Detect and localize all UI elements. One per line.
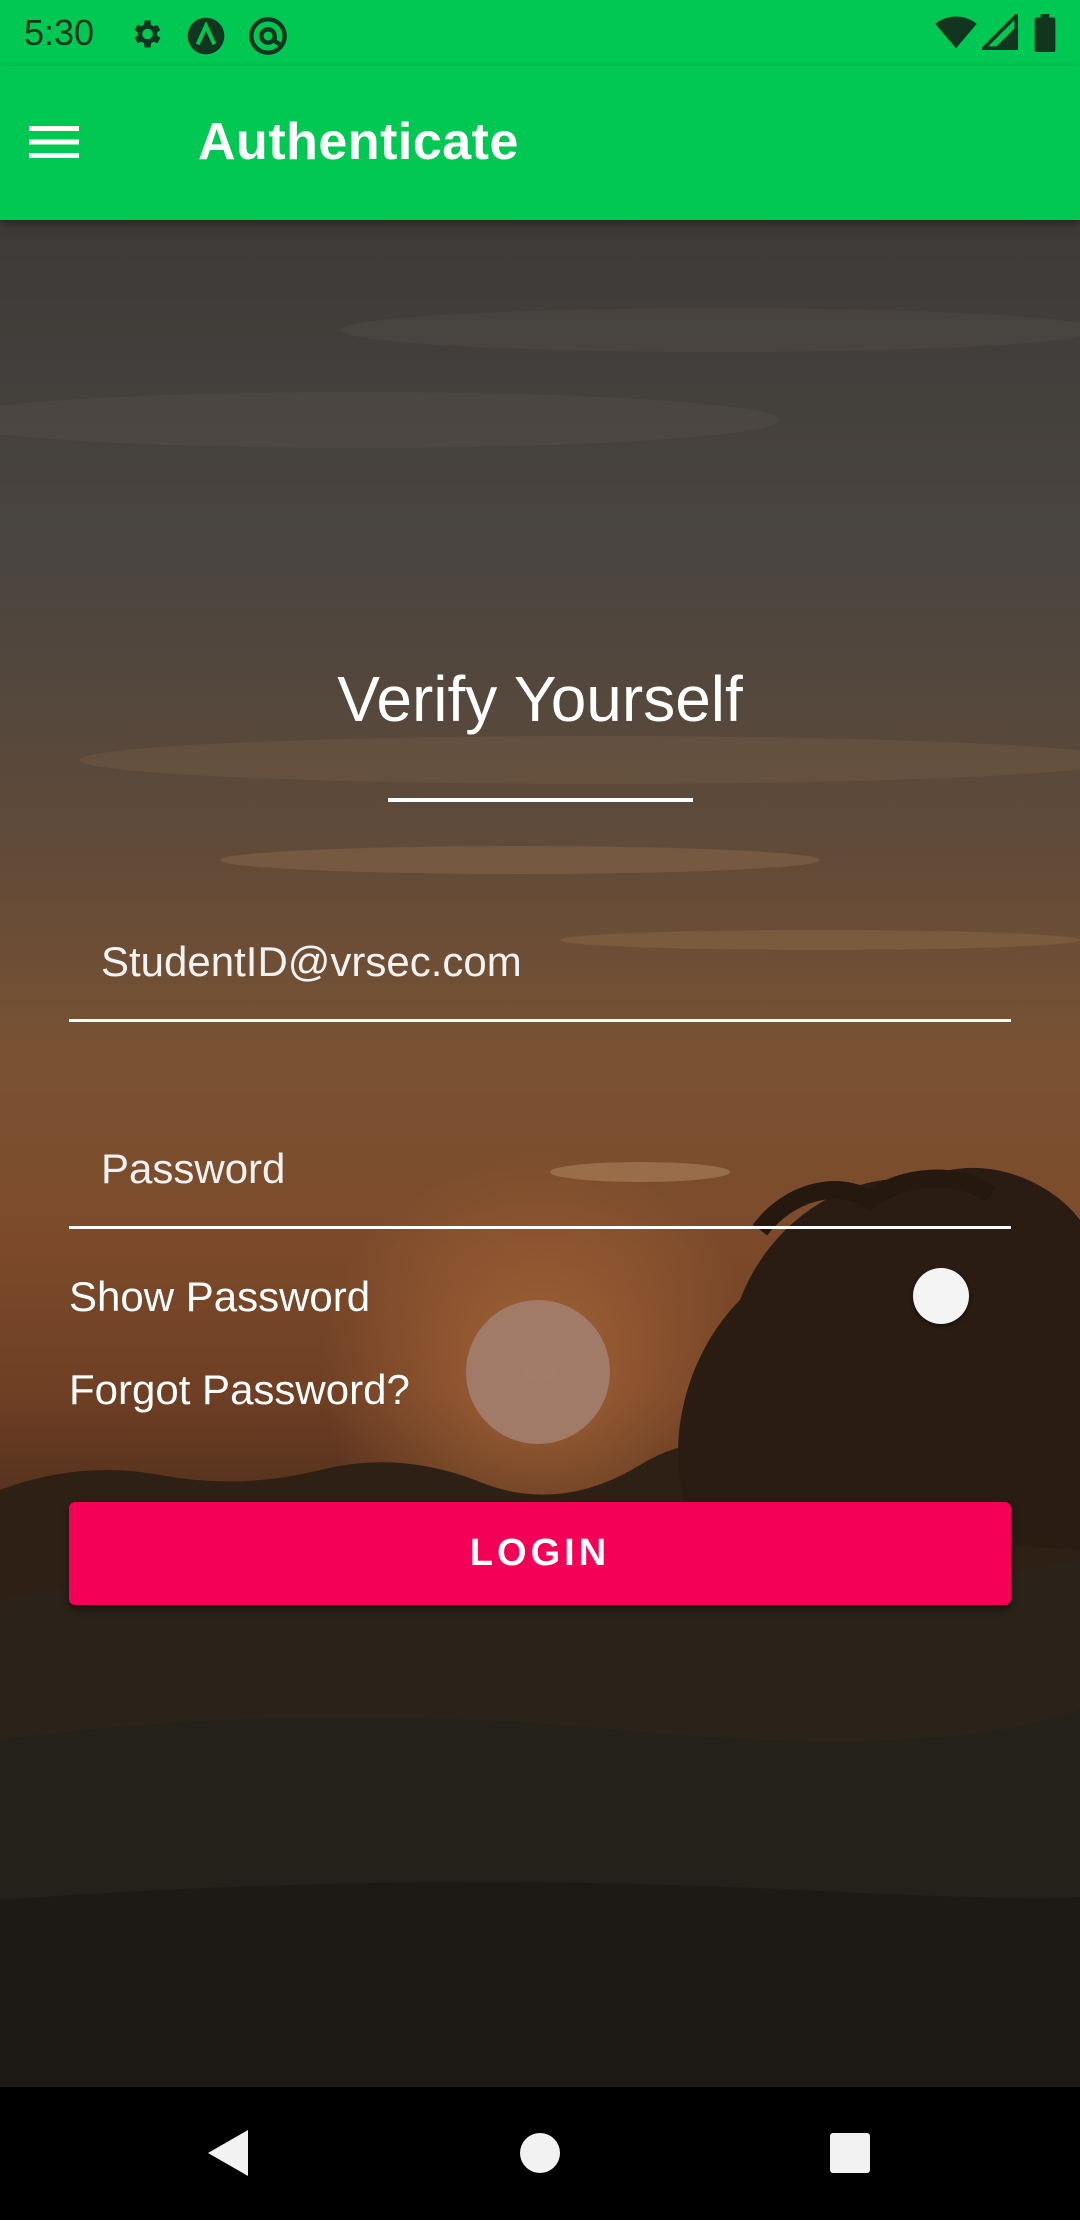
- email-field: [69, 902, 1011, 1022]
- status-time: 5:30: [24, 12, 95, 53]
- show-password-row: Show Password: [69, 1262, 1011, 1332]
- status-bar: 5:30: [0, 0, 1080, 66]
- email-input[interactable]: [101, 932, 981, 992]
- recents-icon[interactable]: [818, 2121, 882, 2185]
- navigation-bar: [0, 2087, 1080, 2220]
- at-circle-icon: [248, 16, 287, 55]
- battery-icon: [1034, 14, 1056, 57]
- show-password-toggle[interactable]: [889, 1268, 969, 1324]
- home-icon[interactable]: [508, 2121, 572, 2185]
- password-input[interactable]: [101, 1139, 981, 1199]
- toggle-thumb: [913, 1268, 969, 1324]
- hamburger-menu-icon[interactable]: [22, 110, 86, 174]
- login-screen: 5:30 Authenticate Verify Yourself Studen…: [0, 0, 1080, 2220]
- cell-signal-icon: [979, 11, 1018, 55]
- forgot-password-link[interactable]: Forgot Password?: [69, 1366, 410, 1414]
- wifi-icon: [934, 14, 978, 55]
- page-title: Authenticate: [198, 113, 519, 171]
- back-icon[interactable]: [196, 2121, 260, 2185]
- title-divider: [388, 798, 693, 802]
- password-field: [69, 1109, 1011, 1229]
- app-bar: Authenticate: [0, 66, 1080, 220]
- a-logo-icon: [186, 16, 225, 55]
- gear-icon: [128, 16, 164, 52]
- show-password-label: Show Password: [69, 1273, 371, 1320]
- login-button[interactable]: LOGIN: [69, 1502, 1011, 1605]
- form-title: Verify Yourself: [337, 663, 743, 735]
